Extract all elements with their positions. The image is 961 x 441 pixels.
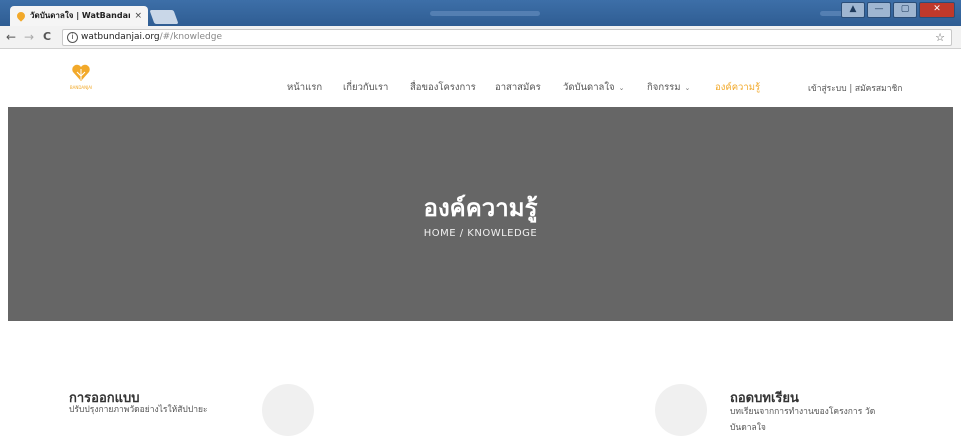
nav-about[interactable]: เกี่ยวกับเรา (343, 80, 388, 95)
nav-label: วัดบันดาลใจ (563, 82, 615, 93)
site-favicon-icon (15, 10, 27, 22)
window-controls: ▲ — ▢ ✕ (841, 2, 955, 18)
nav-media[interactable]: สื่อของโครงการ (410, 80, 476, 95)
nav-label: สื่อของโครงการ (410, 82, 476, 93)
feature-desc-design: ปรับปรุงกายภาพวัดอย่างไรให้สัปปายะ (69, 405, 208, 415)
breadcrumb-current: KNOWLEDGE (467, 228, 538, 239)
address-bar[interactable]: i watbundanjai.org/#/knowledge ☆ (62, 29, 952, 46)
nav-volunteer[interactable]: อาสาสมัคร (495, 80, 541, 95)
url-text: watbundanjai.org/#/knowledge (81, 30, 222, 45)
auth-links: เข้าสู่ระบบ | สมัครสมาชิก (808, 81, 902, 95)
url-host: watbundanjai.org (81, 32, 160, 42)
tab-close-button[interactable]: × (134, 6, 142, 26)
reload-button[interactable]: C (43, 29, 51, 45)
breadcrumb: HOME / KNOWLEDGE (8, 228, 953, 239)
tab-title: วัดบันดาลใจ | WatBandanj (30, 11, 130, 20)
heart-logo-icon (72, 64, 90, 81)
nav-label: เกี่ยวกับเรา (343, 82, 389, 93)
login-link[interactable]: เข้าสู่ระบบ (808, 84, 847, 94)
profile-button[interactable]: ▲ (841, 2, 865, 18)
feature-desc-lessons: บทเรียนจากการทำงานของโครงการ วัดบันดาลใจ (730, 407, 876, 433)
page-banner: องค์ความรู้ HOME / KNOWLEDGE (8, 107, 953, 321)
nav-label: หน้าแรก (287, 82, 323, 93)
info-icon[interactable]: i (67, 32, 78, 43)
nav-home[interactable]: หน้าแรก (287, 80, 322, 95)
chevron-down-icon: ⌄ (618, 84, 625, 92)
forward-button[interactable]: → (24, 29, 34, 45)
browser-title-bar: วัดบันดาลใจ | WatBandanj × ▲ — ▢ ✕ (0, 0, 961, 26)
url-path: /#/knowledge (159, 32, 222, 42)
breadcrumb-home[interactable]: HOME / (424, 228, 464, 239)
close-window-button[interactable]: ✕ (919, 2, 955, 18)
maximize-button[interactable]: ▢ (893, 2, 917, 18)
nav-label: องค์ความรู้ (715, 82, 761, 93)
browser-tab[interactable]: วัดบันดาลใจ | WatBandanj × (10, 6, 148, 26)
back-button[interactable]: ← (6, 29, 16, 45)
browser-toolbar: ← → C i watbundanjai.org/#/knowledge ☆ (0, 26, 961, 49)
minimize-button[interactable]: — (867, 2, 891, 18)
auth-separator: | (849, 84, 853, 94)
nav-knowledge[interactable]: องค์ความรู้ (715, 80, 760, 95)
bookmark-star-icon[interactable]: ☆ (935, 30, 945, 45)
feature-image-design[interactable] (262, 384, 314, 436)
nav-label: อาสาสมัคร (495, 82, 541, 93)
register-link[interactable]: สมัครสมาชิก (855, 84, 903, 94)
nav-temples[interactable]: วัดบันดาลใจ ⌄ (563, 80, 624, 95)
feature-image-lessons[interactable] (655, 384, 707, 436)
nav-activities[interactable]: กิจกรรม ⌄ (647, 80, 690, 95)
logo-caption: BANDANJAI (69, 85, 93, 90)
blurred-title-text (430, 11, 540, 16)
nav-label: กิจกรรม (647, 82, 681, 93)
new-tab-button[interactable] (149, 10, 179, 24)
chevron-down-icon: ⌄ (684, 84, 691, 92)
site-logo[interactable]: BANDANJAI (66, 61, 96, 97)
page-title: องค์ความรู้ (423, 194, 538, 222)
site-header: BANDANJAI หน้าแรก เกี่ยวกับเรา สื่อของโค… (0, 49, 961, 107)
